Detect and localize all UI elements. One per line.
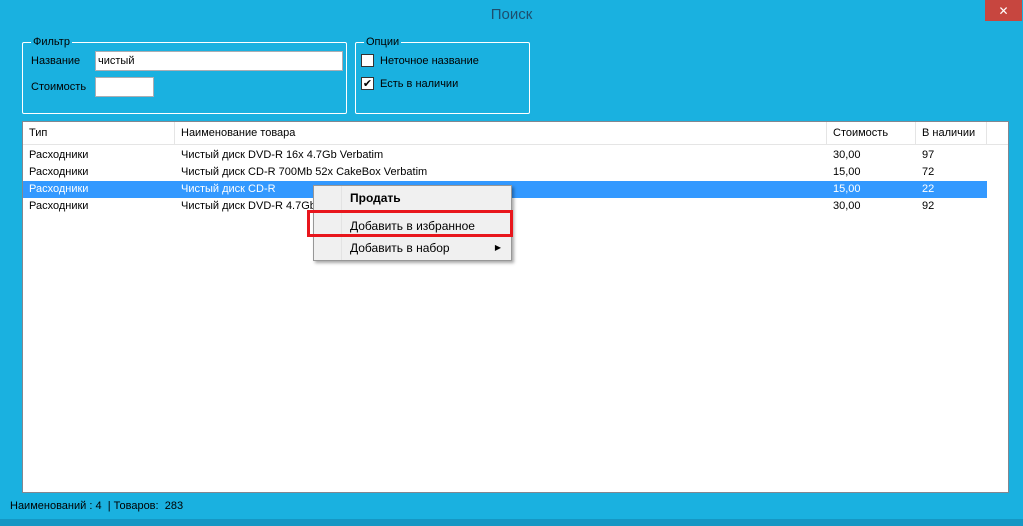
cell-type: Расходники xyxy=(29,166,89,178)
column-header-cost[interactable]: Стоимость xyxy=(827,122,916,145)
cell-cost: 30,00 xyxy=(833,149,861,161)
menu-item-sell[interactable]: Продать xyxy=(316,187,509,209)
options-group: Опции Неточное название ✔ Есть в наличии xyxy=(355,36,530,114)
in-stock-label: Есть в наличии xyxy=(380,77,459,90)
submenu-arrow-icon: ▶ xyxy=(494,243,501,252)
cell-cost: 15,00 xyxy=(833,166,861,178)
cell-type: Расходники xyxy=(29,149,89,161)
in-stock-checkbox[interactable]: ✔ xyxy=(361,77,374,90)
menu-item-add-to-set[interactable]: Добавить в набор ▶ xyxy=(316,237,509,259)
listview-header: Тип Наименование товара Стоимость В нали… xyxy=(23,122,1008,145)
table-row[interactable]: Расходники Чистый диск CD-R 700Mb 52x Ca… xyxy=(23,164,987,181)
menu-item-add-to-set-label: Добавить в набор xyxy=(350,241,450,255)
cell-cost: 30,00 xyxy=(833,200,861,212)
cell-name: Чистый диск CD-R xyxy=(181,183,276,195)
name-input[interactable] xyxy=(95,51,343,71)
table-row[interactable]: Расходники Чистый диск DVD-R 16x 4.7Gb V… xyxy=(23,147,987,164)
cell-stock: 97 xyxy=(922,149,935,161)
cell-name: Чистый диск DVD-R 16x 4.7Gb Verbatim xyxy=(181,149,384,161)
close-button[interactable]: ✕ xyxy=(985,0,1022,21)
window-title: Поиск xyxy=(490,6,533,23)
cell-type: Расходники xyxy=(29,200,89,212)
cost-input[interactable] xyxy=(95,77,154,97)
fuzzy-name-checkbox[interactable] xyxy=(361,54,374,67)
cell-cost: 15,00 xyxy=(833,183,861,195)
goods-count-label: | Товаров: xyxy=(107,500,159,512)
cost-label: Стоимость xyxy=(31,81,87,93)
options-group-legend: Опции xyxy=(364,36,402,49)
column-header-stock[interactable]: В наличии xyxy=(916,122,987,145)
cell-stock: 72 xyxy=(922,166,935,178)
close-icon: ✕ xyxy=(998,3,1009,18)
checkmark-icon: ✔ xyxy=(362,77,373,90)
results-listview[interactable]: Тип Наименование товара Стоимость В нали… xyxy=(22,121,1009,493)
fuzzy-name-label: Неточное название xyxy=(380,54,479,67)
filter-group-legend: Фильтр xyxy=(31,36,72,49)
fuzzy-name-option[interactable]: Неточное название xyxy=(361,54,479,67)
title-bar: Поиск ✕ xyxy=(0,0,1023,30)
cell-name: Чистый диск CD-R 700Mb 52x CakeBox Verba… xyxy=(181,166,428,178)
in-stock-option[interactable]: ✔ Есть в наличии xyxy=(361,77,458,90)
status-bar: Наименований : 4 | Товаров: 283 xyxy=(10,500,183,514)
names-count-label: Наименований : xyxy=(10,500,93,512)
filter-group: Фильтр Название Стоимость xyxy=(22,36,347,114)
menu-item-sell-label: Продать xyxy=(350,191,401,205)
cell-stock: 22 xyxy=(922,183,935,195)
cell-stock: 92 xyxy=(922,200,935,212)
column-header-type[interactable]: Тип xyxy=(23,122,175,145)
window-bottom-edge xyxy=(0,519,1023,526)
name-label: Название xyxy=(31,55,81,67)
cell-type: Расходники xyxy=(29,183,89,195)
column-header-name[interactable]: Наименование товара xyxy=(175,122,827,145)
highlight-annotation xyxy=(307,210,513,237)
goods-count-value: 283 xyxy=(164,500,184,512)
cell-name: Чистый диск DVD-R 4.7Gb xyxy=(181,200,316,212)
